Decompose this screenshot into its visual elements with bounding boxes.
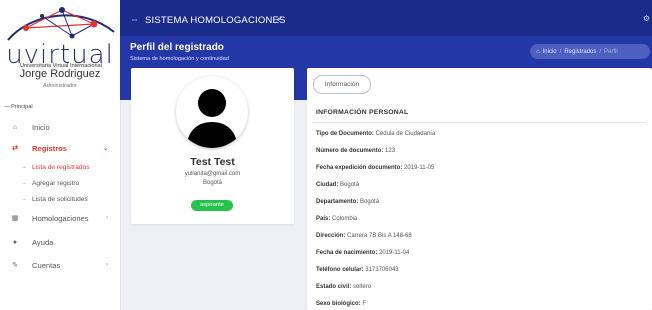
user-avatar-icon <box>186 89 238 148</box>
subnav-item-lista-solicitudes[interactable]: → Lista de solicitudes <box>0 193 120 205</box>
breadcrumb-separator: / <box>559 48 562 55</box>
nav-item-label: Homologaciones <box>32 213 89 223</box>
field-value: 2019-11-05 <box>404 165 435 171</box>
user-name: Jorge Rodriguez <box>19 68 101 80</box>
field-label: Estado civil: <box>316 284 352 290</box>
accounts-icon: ✎ <box>12 262 18 269</box>
field-label: Ciudad: <box>316 182 339 188</box>
chevron-down-icon: ⌄ <box>102 145 108 152</box>
dash-icon: → <box>21 196 27 202</box>
chevron-right-icon: › <box>106 215 108 221</box>
dash-icon: → <box>21 164 27 170</box>
field-value: Bogotá <box>360 199 380 205</box>
subnav-item-lista-registrados[interactable]: → Lista de registrados <box>0 161 120 173</box>
field-value: soltero <box>353 284 372 290</box>
field-fecha-expedicion: Fecha expedición documento: 2019-11-05 <box>316 165 434 171</box>
field-estado-civil: Estado civil: soltero <box>316 284 371 290</box>
field-label: Teléfono celular: <box>316 267 364 273</box>
section-label: — Principal <box>4 104 33 110</box>
field-value: 2019-11-04 <box>379 250 410 256</box>
settings-icon[interactable]: ⚙ <box>643 14 650 23</box>
page-title: Perfil del registrado <box>130 42 224 53</box>
sidebar: uvirtual Universitaria Virtual Internaci… <box>0 0 121 310</box>
user-role: Administrador <box>43 83 77 89</box>
field-tipo-documento: Tipo de Documento: Cédula de Ciudadanía <box>316 131 435 137</box>
system-title: SISTEMA HOMOLOGACIONES <box>145 15 286 26</box>
subnav-item-label: Lista de solicitudes <box>32 195 88 203</box>
registros-icon: ⇄ <box>12 145 18 152</box>
field-value: Cédula de Ciudadanía <box>375 131 436 137</box>
nav-item-cuentas[interactable]: ✎ Cuentas › <box>0 258 120 272</box>
chevron-right-icon: › <box>106 262 108 268</box>
breadcrumb-perfil: Perfil <box>604 48 618 55</box>
field-pais: País: Colombia <box>316 216 357 222</box>
logo[interactable]: uvirtual Universitaria Virtual Internaci… <box>2 2 118 96</box>
tab-informacion[interactable]: Información <box>313 75 371 94</box>
profile-card: Test Test yulianita@gmail.com Bogotá asp… <box>131 68 294 224</box>
field-numero-documento: Número de documento: 123 <box>316 148 395 154</box>
breadcrumb-separator: / <box>599 48 601 55</box>
nav-item-homologaciones[interactable]: ▦ Homologaciones › <box>0 211 120 225</box>
home-icon: ⌂ <box>12 123 18 131</box>
subnav-item-label: Agregar registro <box>32 179 80 187</box>
information-card: Información INFORMACIÓN PERSONAL Tipo de… <box>307 68 652 310</box>
nav-item-registros[interactable]: ⇄ Registros ⌄ <box>0 141 120 155</box>
field-label: Fecha expedición documento: <box>316 165 403 171</box>
field-label: País: <box>316 216 331 222</box>
pin-icon[interactable]: ➶ <box>276 14 283 23</box>
avatar <box>176 76 248 148</box>
field-value: F <box>362 301 367 307</box>
menu-toggle-icon[interactable]: ⇔ <box>130 14 139 24</box>
nav-item-ayuda[interactable]: ● Ayuda <box>0 235 120 249</box>
breadcrumb: ⌂ Inicio / Registrados / Perfil <box>530 44 650 59</box>
field-direccion: Dirección: Carrera 7B Bis A 148-68 <box>316 233 412 239</box>
nav-item-inicio[interactable]: ⌂ Inicio <box>0 120 120 134</box>
breadcrumb-registrados[interactable]: Registrados <box>564 49 596 55</box>
nav-item-label: Inicio <box>32 122 50 132</box>
home-icon[interactable]: ⌂ <box>536 49 540 55</box>
profile-name: Test Test <box>190 156 235 168</box>
subnav-item-label: Lista de registrados <box>32 163 90 171</box>
profile-email: yulianita@gmail.com <box>184 171 241 177</box>
field-value: Bogotá <box>340 182 360 188</box>
nav-item-label: Registros <box>32 143 68 153</box>
field-label: Departamento: <box>316 199 359 205</box>
divider <box>313 122 646 123</box>
section-title: INFORMACIÓN PERSONAL <box>316 109 409 116</box>
field-fecha-nacimiento: Fecha de nacimiento: 2019-11-04 <box>316 250 409 256</box>
subnav-item-agregar-registro[interactable]: → Agregar registro <box>0 177 120 189</box>
field-label: Número de documento: <box>316 148 384 154</box>
field-value: Colombia <box>332 216 358 222</box>
field-ciudad: Ciudad: Bogotá <box>316 182 359 188</box>
status-badge: aspirante <box>191 200 233 211</box>
profile-city: Bogotá <box>202 180 223 186</box>
field-label: Fecha de nacimiento: <box>316 250 378 256</box>
field-label: Tipo de Documento: <box>316 131 374 137</box>
breadcrumb-inicio[interactable]: Inicio <box>543 49 557 55</box>
dash-icon: → <box>21 180 27 186</box>
help-icon: ● <box>12 238 18 246</box>
field-value: 3173706043 <box>365 267 399 273</box>
field-sexo-biologico: Sexo biológico: F <box>316 301 366 307</box>
nav-item-label: Cuentas <box>32 260 61 270</box>
top-bar: ⇔ SISTEMA HOMOLOGACIONES ➶ ⚙ <box>120 0 652 40</box>
field-value: Carrera 7B Bis A 148-68 <box>347 233 412 239</box>
homologaciones-icon: ▦ <box>11 215 19 222</box>
field-label: Sexo biológico: <box>316 301 361 307</box>
field-value: 123 <box>385 148 396 154</box>
field-departamento: Departamento: Bogotá <box>316 199 379 205</box>
nav-item-label: Ayuda <box>32 237 54 247</box>
field-telefono-celular: Teléfono celular: 3173706043 <box>316 267 399 273</box>
field-label: Dirección: <box>316 233 346 239</box>
page-subtitle: Sistema de homologación y continuidad <box>130 56 229 62</box>
